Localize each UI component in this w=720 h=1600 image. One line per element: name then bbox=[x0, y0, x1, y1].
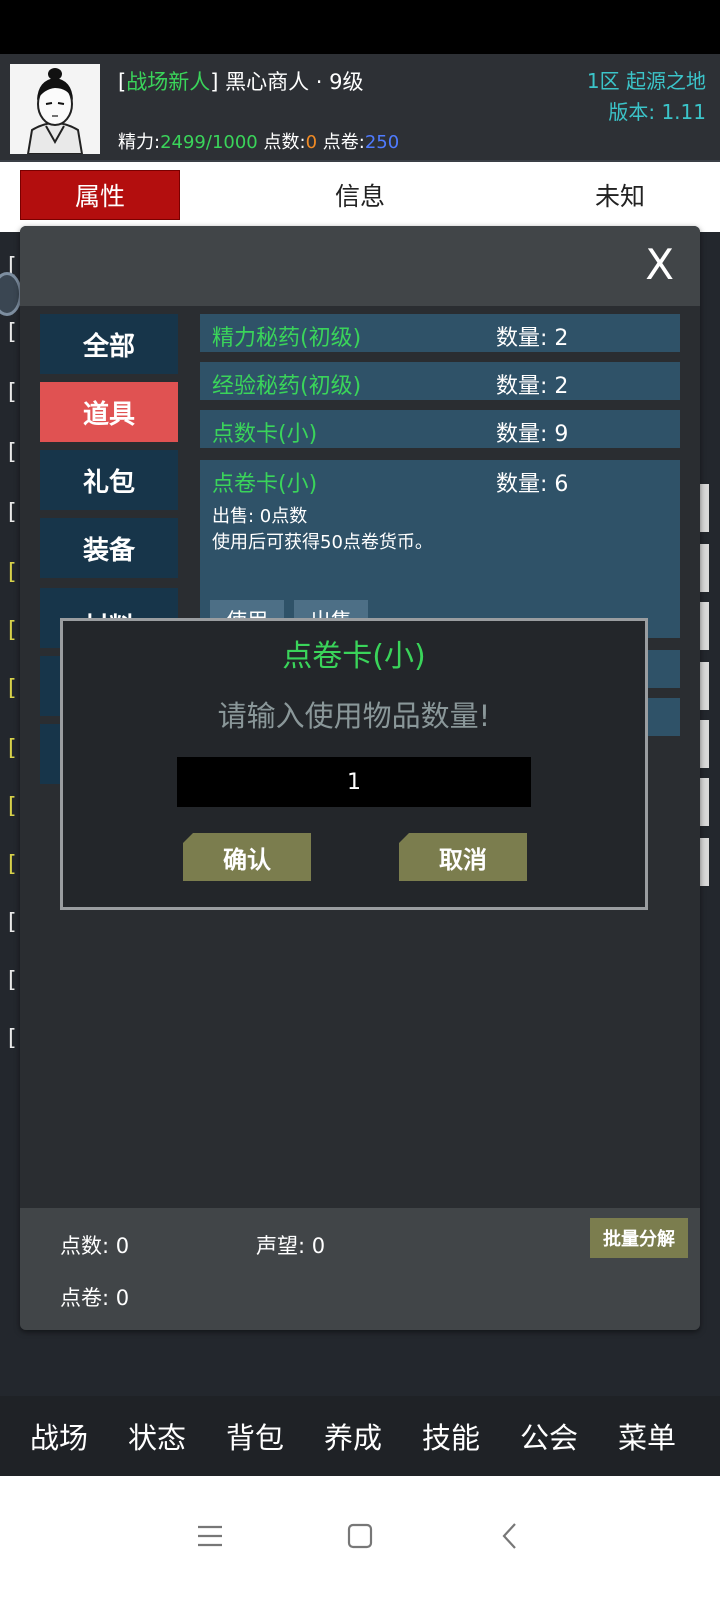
bg-list-bracket: [ bbox=[8, 618, 17, 643]
energy-label: 精力: bbox=[118, 132, 161, 153]
system-nav-bar bbox=[0, 1476, 720, 1600]
footer-points: 点数: 0 bbox=[60, 1234, 130, 1258]
tab-attributes[interactable]: 属性 bbox=[20, 170, 180, 220]
server-zone: 1区 起源之地 bbox=[586, 69, 706, 93]
nav-status[interactable]: 状态 bbox=[108, 1396, 206, 1476]
player-header: [战场新人] 黑心商人 · 9级 精力:2499/1000 点数:0 点卷:25… bbox=[0, 54, 720, 162]
item-row[interactable]: 经验秘药(初级) 数量: 2 bbox=[200, 362, 680, 400]
points-value: 0 bbox=[305, 132, 318, 153]
item-row-expanded[interactable]: 点卷卡(小) 数量: 6 出售: 0点数 使用后可获得50点卷货币。 使用 出售 bbox=[200, 460, 680, 640]
item-name: 点卷卡(小) bbox=[212, 472, 318, 497]
dialog-title: 点卷卡(小) bbox=[282, 639, 426, 674]
bottom-nav: 战场 状态 背包 养成 技能 公会 菜单 bbox=[0, 1396, 720, 1476]
bg-list-bracket: [ bbox=[8, 500, 17, 525]
batch-decompose-button[interactable]: 批量分解 bbox=[590, 1218, 688, 1258]
points-label: 点数: bbox=[263, 132, 306, 153]
quantity-input[interactable]: 1 bbox=[177, 757, 531, 807]
back-icon[interactable] bbox=[480, 1506, 540, 1566]
player-name-level: 黑心商人 · 9级 bbox=[218, 70, 364, 94]
player-stats: 精力:2499/1000 点数:0 点卷:250 bbox=[118, 128, 399, 154]
close-button[interactable]: X bbox=[645, 240, 674, 289]
bg-scroll-segment bbox=[700, 484, 709, 532]
bg-list-bracket: [ bbox=[8, 320, 17, 345]
item-name: 点数卡(小) bbox=[212, 422, 318, 447]
top-tab-bar: 属性 信息 未知 bbox=[0, 162, 720, 232]
player-title: 战场新人 bbox=[126, 70, 211, 94]
bg-list-bracket: [ bbox=[8, 968, 17, 993]
status-bar bbox=[0, 0, 720, 54]
item-quantity: 数量: 6 bbox=[496, 472, 569, 497]
footer-reputation: 声望: 0 bbox=[256, 1234, 326, 1258]
home-icon[interactable] bbox=[330, 1506, 390, 1566]
player-title-line: [战场新人] 黑心商人 · 9级 bbox=[118, 66, 363, 96]
panel-footer: 点数: 0 声望: 0 点卷: 0 批量分解 bbox=[20, 1208, 700, 1330]
bg-list-bracket: [ bbox=[8, 560, 17, 585]
tab-info[interactable]: 信息 bbox=[280, 170, 440, 220]
category-equipment[interactable]: 装备 bbox=[40, 518, 178, 578]
bg-list-bracket: [ bbox=[8, 794, 17, 819]
nav-battlefield[interactable]: 战场 bbox=[10, 1396, 108, 1476]
bg-list-bracket: [ bbox=[8, 852, 17, 877]
nav-skills[interactable]: 技能 bbox=[402, 1396, 500, 1476]
bg-list-bracket: [ bbox=[8, 910, 17, 935]
use-item-dialog: 点卷卡(小) 请输入使用物品数量! 1 确认 取消 bbox=[60, 618, 648, 910]
bg-scroll-segment bbox=[700, 838, 709, 886]
footer-vouchers: 点卷: 0 bbox=[60, 1286, 130, 1310]
item-quantity: 数量: 2 bbox=[496, 326, 569, 351]
bg-list-bracket: [ bbox=[8, 1026, 17, 1051]
category-items[interactable]: 道具 bbox=[40, 382, 178, 442]
nav-cultivate[interactable]: 养成 bbox=[304, 1396, 402, 1476]
nav-bag[interactable]: 背包 bbox=[206, 1396, 304, 1476]
cancel-button[interactable]: 取消 bbox=[399, 833, 527, 881]
bg-list-bracket: [ bbox=[8, 380, 17, 405]
panel-header: X bbox=[20, 226, 700, 306]
bg-list-bracket: [ bbox=[8, 676, 17, 701]
item-row[interactable]: 点数卡(小) 数量: 9 bbox=[200, 410, 680, 448]
item-sell-price: 出售: 0点数 bbox=[212, 506, 308, 527]
vouchers-value: 250 bbox=[364, 132, 400, 153]
bg-scroll-segment bbox=[700, 602, 709, 650]
item-name: 精力秘药(初级) bbox=[212, 326, 362, 351]
avatar[interactable] bbox=[10, 64, 100, 154]
item-description: 使用后可获得50点卷货币。 bbox=[212, 532, 433, 553]
bg-scroll-segment bbox=[700, 662, 709, 710]
bg-list-bracket: [ bbox=[8, 736, 17, 761]
category-gift-packs[interactable]: 礼包 bbox=[40, 450, 178, 510]
nav-menu[interactable]: 菜单 bbox=[598, 1396, 696, 1476]
bg-scroll-segment bbox=[700, 544, 709, 592]
confirm-button[interactable]: 确认 bbox=[183, 833, 311, 881]
item-row[interactable]: 精力秘药(初级) 数量: 2 bbox=[200, 314, 680, 352]
category-all[interactable]: 全部 bbox=[40, 314, 178, 374]
server-info: 1区 起源之地 版本: 1.11 bbox=[587, 66, 706, 128]
tab-unknown[interactable]: 未知 bbox=[540, 170, 700, 220]
energy-value: 2499/1000 bbox=[160, 132, 258, 153]
bg-badge-icon bbox=[0, 272, 22, 316]
vouchers-label: 点卷: bbox=[322, 132, 365, 153]
bg-scroll-segment bbox=[700, 778, 709, 826]
version-label: 版本: 1.11 bbox=[608, 100, 706, 124]
bg-scroll-segment bbox=[700, 720, 709, 768]
menu-icon[interactable] bbox=[180, 1506, 240, 1566]
item-name: 经验秘药(初级) bbox=[212, 374, 362, 399]
nav-guild[interactable]: 公会 bbox=[500, 1396, 598, 1476]
item-quantity: 数量: 9 bbox=[496, 422, 569, 447]
title-bracket-open: [ bbox=[118, 70, 127, 94]
dialog-prompt: 请输入使用物品数量! bbox=[217, 699, 491, 733]
bg-list-bracket: [ bbox=[8, 440, 17, 465]
item-quantity: 数量: 2 bbox=[496, 374, 569, 399]
